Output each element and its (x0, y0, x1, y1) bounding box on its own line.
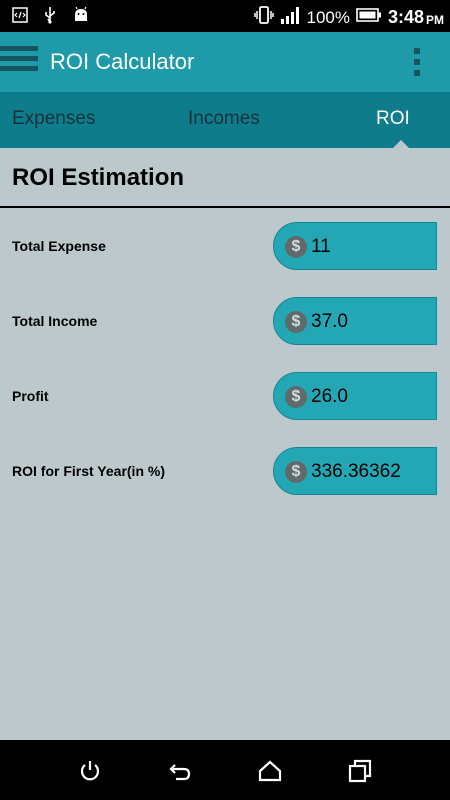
profit-value: 26.0 (311, 386, 348, 407)
clock-ampm: PM (426, 12, 444, 27)
tab-roi[interactable]: ROI (376, 108, 410, 130)
signal-icon (280, 6, 300, 29)
dollar-icon: $ (285, 236, 307, 258)
total-income-label: Total Income (12, 313, 98, 329)
roi-first-year-field: $ 336.36362 (273, 447, 437, 495)
status-bar: 100% 3:48 PM (0, 0, 450, 32)
back-icon[interactable] (167, 758, 193, 784)
clock-time: 3:48 (387, 7, 424, 27)
battery-percent: 100% (306, 7, 350, 27)
battery-icon (356, 7, 382, 28)
tab-incomes[interactable]: Incomes (188, 108, 260, 130)
android-icon (72, 6, 90, 29)
active-tab-indicator (393, 140, 409, 148)
dollar-icon: $ (285, 311, 307, 333)
hamburger-menu-icon[interactable] (0, 46, 40, 78)
code-icon (12, 7, 28, 28)
roi-first-year-value: 336.36362 (311, 461, 401, 482)
system-nav-bar (0, 740, 450, 800)
status-bar-notifications (12, 6, 90, 29)
tab-bar: Expenses Incomes ROI (0, 92, 450, 148)
divider (0, 206, 450, 208)
roi-first-year-label: ROI for First Year(in %) (12, 463, 165, 479)
total-expense-label: Total Expense (12, 238, 106, 254)
total-expense-field: $ 11 (273, 222, 437, 270)
total-income-field: $ 37.0 (273, 297, 437, 345)
vibrate-icon (254, 5, 275, 30)
recent-apps-icon[interactable] (347, 758, 373, 784)
profit-field: $ 26.0 (273, 372, 437, 420)
dollar-icon: $ (285, 461, 307, 483)
app-bar: ROI Calculator (0, 32, 450, 92)
usb-icon (42, 6, 58, 29)
status-bar-system: 100% 3:48 PM (254, 5, 444, 30)
app-title: ROI Calculator (50, 49, 195, 74)
overflow-menu-icon[interactable] (414, 48, 422, 76)
page-title: ROI Estimation (12, 164, 185, 191)
profit-label: Profit (12, 388, 49, 404)
total-income-value: 37.0 (311, 311, 348, 332)
dollar-icon: $ (285, 386, 307, 408)
power-icon[interactable] (77, 758, 103, 784)
tab-expenses[interactable]: Expenses (12, 108, 95, 130)
home-icon[interactable] (257, 758, 283, 784)
total-expense-value: 11 (311, 236, 331, 257)
